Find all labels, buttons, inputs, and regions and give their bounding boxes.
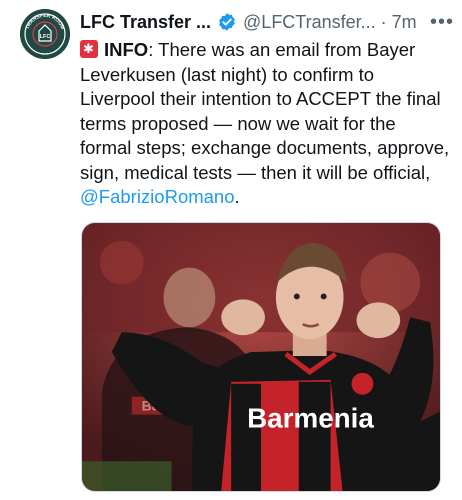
tweet-text: INFO: There was an email from Bayer Leve… <box>80 38 450 210</box>
football-player-photo: Barmenia Barmenia <box>82 223 440 491</box>
author-handle[interactable]: @LFCTransfer... <box>243 12 376 33</box>
avatar-letters: LFC <box>40 34 51 40</box>
avatar[interactable]: LFC TRANSFER ROOM <box>20 9 70 59</box>
tweet-media-image[interactable]: Barmenia Barmenia <box>81 222 441 492</box>
info-label: INFO <box>104 39 149 60</box>
author-name[interactable]: LFC Transfer ... <box>80 12 211 33</box>
mention-link[interactable]: @FabrizioRomano <box>80 186 235 207</box>
tweet-body: : There was an email from Bayer Leverkus… <box>80 39 450 183</box>
shirt-sponsor-text: Barmenia <box>247 402 374 433</box>
separator: · <box>380 11 387 32</box>
verified-badge-icon <box>219 13 235 31</box>
timestamp[interactable]: 7m <box>392 12 417 33</box>
tweet-header: LFC Transfer ... @LFCTransfer... · 7m ••… <box>80 10 454 34</box>
tweet-end: . <box>234 186 240 207</box>
siren-icon <box>80 40 98 58</box>
more-options-icon[interactable]: ••• <box>430 12 454 32</box>
lfc-transfer-room-logo-icon: LFC TRANSFER ROOM <box>20 9 70 59</box>
